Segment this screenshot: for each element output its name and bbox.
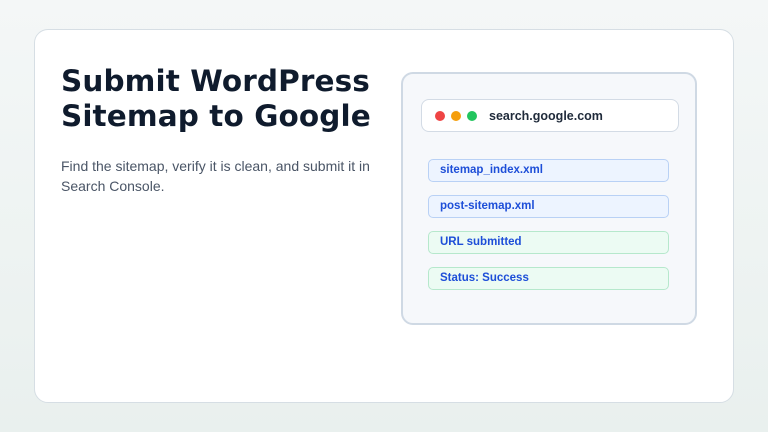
browser-mockup: search.google.com sitemap_index.xml post… (401, 72, 697, 325)
address-bar: search.google.com (421, 99, 679, 132)
sitemap-index-item: sitemap_index.xml (428, 159, 669, 182)
description-text: Find the sitemap, verify it is clean, an… (61, 158, 370, 194)
window-close-dot-icon (435, 111, 445, 121)
url-submitted-status: URL submitted (428, 231, 669, 254)
success-status: Status: Success (428, 267, 669, 290)
window-minimize-dot-icon (451, 111, 461, 121)
page-title: Submit WordPress Sitemap to Google (61, 64, 391, 134)
title-line-1: Submit WordPress (61, 64, 370, 98)
window-maximize-dot-icon (467, 111, 477, 121)
address-url: search.google.com (489, 109, 603, 123)
content-card: Submit WordPress Sitemap to Google Find … (34, 29, 734, 403)
title-line-2: Sitemap to Google (61, 99, 371, 133)
post-sitemap-item: post-sitemap.xml (428, 195, 669, 218)
